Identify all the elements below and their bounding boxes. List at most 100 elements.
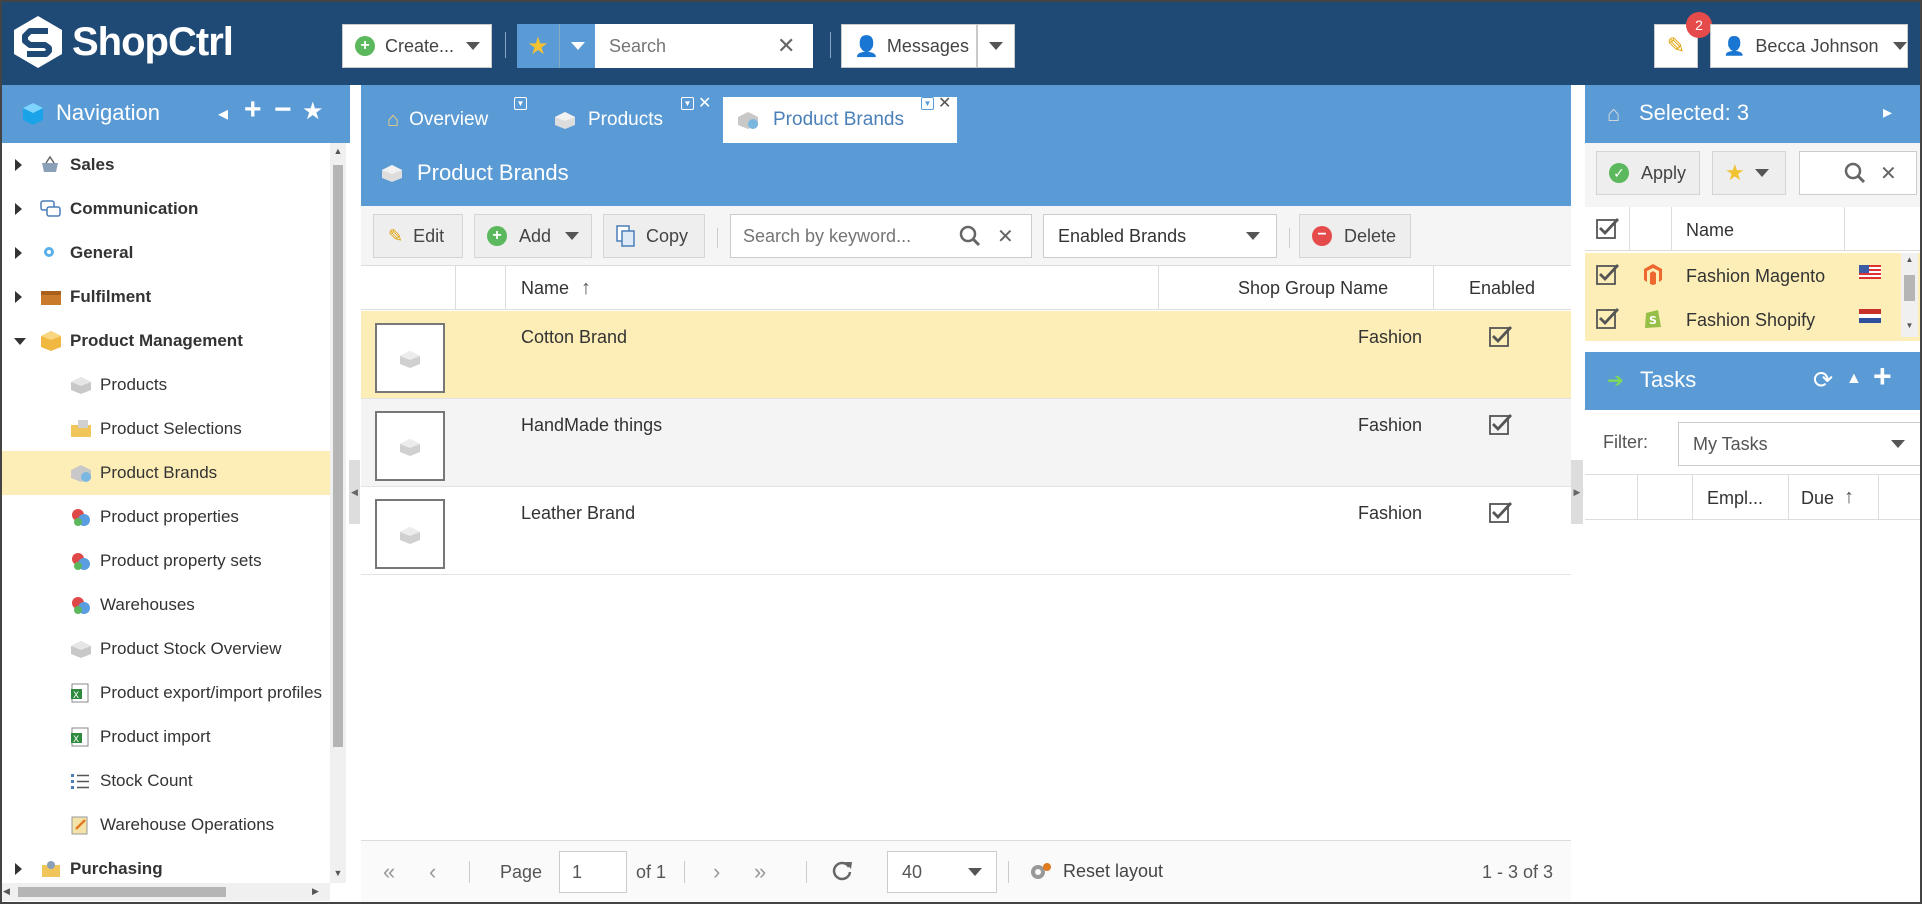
- selected-scrollbar[interactable]: ▲ ▼: [1901, 253, 1918, 337]
- selection-menu-button[interactable]: ★: [1712, 151, 1786, 195]
- nav-item-warehouses[interactable]: Warehouses: [0, 583, 330, 627]
- tasks-header: ➔ Tasks ⟳ ▲ +: [1585, 352, 1922, 410]
- reset-layout-button[interactable]: Reset layout: [1029, 860, 1163, 882]
- nav-item-product-import[interactable]: X Product import: [0, 715, 330, 759]
- scroll-down-icon[interactable]: ▼: [1901, 321, 1918, 330]
- copy-button[interactable]: Copy: [603, 214, 705, 258]
- search-icon[interactable]: [959, 225, 981, 247]
- scroll-up-icon[interactable]: ▲: [1901, 255, 1918, 264]
- column-header-employee[interactable]: Empl...: [1707, 488, 1763, 509]
- copy-label: Copy: [646, 225, 689, 246]
- add-task-icon[interactable]: +: [1873, 358, 1892, 395]
- brand-filter-select[interactable]: Enabled Brands: [1043, 214, 1277, 258]
- global-search-input[interactable]: [609, 35, 769, 57]
- delete-button[interactable]: − Delete: [1299, 214, 1411, 258]
- scroll-up-icon[interactable]: ▲: [330, 145, 346, 157]
- edit-button[interactable]: ✎ Edit: [373, 214, 463, 258]
- divider: [1008, 861, 1009, 883]
- selected-row[interactable]: Fashion Magento: [1585, 253, 1922, 297]
- sort-ascending-icon: ↑: [1844, 486, 1855, 508]
- nav-item-sales[interactable]: Sales: [0, 143, 330, 187]
- scroll-right-icon[interactable]: ▶: [312, 886, 319, 897]
- add-button[interactable]: + Add: [474, 214, 592, 258]
- clear-search-icon[interactable]: ✕: [777, 33, 795, 59]
- task-filter-select[interactable]: My Tasks: [1678, 422, 1922, 466]
- clear-search-icon[interactable]: ✕: [1880, 161, 1897, 186]
- nav-item-product-brands[interactable]: Product Brands: [0, 451, 330, 495]
- favorites-dropdown[interactable]: [559, 24, 595, 68]
- selected-row[interactable]: S Fashion Shopify: [1585, 297, 1922, 341]
- apply-button[interactable]: ✓ Apply: [1596, 151, 1700, 195]
- nav-item-label: Product Stock Overview: [100, 639, 282, 658]
- logo[interactable]: ShopCtrl: [12, 14, 234, 70]
- row-checkbox-icon[interactable]: [1596, 307, 1620, 329]
- close-tab-icon[interactable]: ✕: [938, 93, 951, 113]
- tab-overview[interactable]: ⌂ Overview: [387, 97, 488, 143]
- left-splitter-handle[interactable]: ◀: [349, 460, 360, 524]
- keyword-search-input[interactable]: [743, 225, 943, 247]
- nav-item-warehouse-operations[interactable]: Warehouse Operations: [0, 803, 330, 847]
- expand-right-icon[interactable]: ▸: [1883, 102, 1892, 123]
- hscroll-thumb[interactable]: [18, 887, 226, 897]
- column-header-enabled[interactable]: Enabled: [1469, 266, 1535, 310]
- messages-button[interactable]: 👤 Messages: [841, 24, 977, 68]
- scroll-down-icon[interactable]: ▼: [330, 867, 346, 879]
- collapse-left-icon[interactable]: ◂: [218, 101, 228, 126]
- tab-menu-icon[interactable]: ▼: [514, 97, 527, 110]
- nav-item-product-management[interactable]: Product Management: [0, 319, 330, 363]
- page-size-select[interactable]: 40: [887, 851, 997, 893]
- navigation-scrollbar[interactable]: ▲ ▼: [330, 143, 346, 883]
- previous-page-icon[interactable]: ‹: [429, 859, 436, 885]
- nav-item-general[interactable]: General: [0, 231, 330, 275]
- messages-dropdown[interactable]: [977, 24, 1015, 68]
- nav-item-communication[interactable]: Communication: [0, 187, 330, 231]
- user-menu[interactable]: 👤 Becca Johnson: [1710, 24, 1908, 68]
- select-all-checkbox-icon[interactable]: [1596, 217, 1620, 239]
- selected-search[interactable]: ✕: [1799, 151, 1917, 195]
- nav-item-product-properties[interactable]: Product properties: [0, 495, 330, 539]
- table-row[interactable]: Leather Brand Fashion: [361, 487, 1571, 575]
- last-page-icon[interactable]: »: [754, 859, 766, 885]
- refresh-icon[interactable]: [831, 859, 853, 881]
- create-button[interactable]: + Create...: [342, 24, 492, 68]
- row-checkbox-icon[interactable]: [1596, 263, 1620, 285]
- tab-menu-icon[interactable]: ▼: [921, 97, 934, 110]
- search-icon[interactable]: [1844, 162, 1866, 184]
- nav-item-stock-count[interactable]: Stock Count: [0, 759, 330, 803]
- refresh-icon[interactable]: ⟳: [1813, 366, 1833, 395]
- first-page-icon[interactable]: «: [383, 859, 395, 885]
- next-page-icon[interactable]: ›: [713, 859, 720, 885]
- navigation-hscrollbar[interactable]: ◀ ▶: [0, 883, 330, 901]
- column-header-name[interactable]: Name: [1686, 220, 1734, 241]
- nav-item-purchasing[interactable]: Purchasing: [0, 847, 330, 883]
- page-number-input[interactable]: 1: [559, 851, 627, 893]
- brand-thumbnail: [375, 499, 445, 569]
- nav-item-products[interactable]: Products: [0, 363, 330, 407]
- nav-item-product-export-import-profiles[interactable]: X Product export/import profiles: [0, 671, 330, 715]
- column-header-shop-group[interactable]: Shop Group Name: [1238, 266, 1388, 310]
- tab-products[interactable]: Products: [554, 97, 663, 143]
- star-icon[interactable]: ★: [302, 97, 324, 126]
- favorites-button[interactable]: ★: [517, 24, 559, 68]
- close-tab-icon[interactable]: ✕: [698, 93, 711, 113]
- broom-icon: ✎: [1666, 33, 1686, 58]
- right-splitter-handle[interactable]: ▶: [1571, 460, 1583, 524]
- scroll-thumb[interactable]: [1904, 275, 1915, 301]
- nav-item-product-selections[interactable]: Product Selections: [0, 407, 330, 451]
- top-bar: ShopCtrl + Create... ★ ✕ 👤 Messages ✎ 2 …: [0, 0, 1922, 85]
- column-header-due[interactable]: Due ↑: [1801, 486, 1855, 509]
- tab-menu-icon[interactable]: ▼: [681, 97, 694, 110]
- clear-search-icon[interactable]: ✕: [997, 224, 1014, 249]
- expand-all-icon[interactable]: +: [244, 93, 262, 127]
- column-header-name[interactable]: Name ↑: [521, 266, 591, 310]
- shopctrl-logo-icon: [14, 16, 62, 68]
- nav-item-product-property-sets[interactable]: Product property sets: [0, 539, 330, 583]
- nav-item-product-stock-overview[interactable]: Product Stock Overview: [0, 627, 330, 671]
- scroll-left-icon[interactable]: ◀: [3, 886, 10, 897]
- collapse-all-icon[interactable]: −: [274, 93, 292, 127]
- table-row[interactable]: HandMade things Fashion: [361, 399, 1571, 487]
- table-row[interactable]: Cotton Brand Fashion: [361, 311, 1571, 399]
- scroll-thumb[interactable]: [333, 165, 343, 747]
- nav-item-fulfilment[interactable]: Fulfilment: [0, 275, 330, 319]
- collapse-up-icon[interactable]: ▲: [1846, 370, 1862, 388]
